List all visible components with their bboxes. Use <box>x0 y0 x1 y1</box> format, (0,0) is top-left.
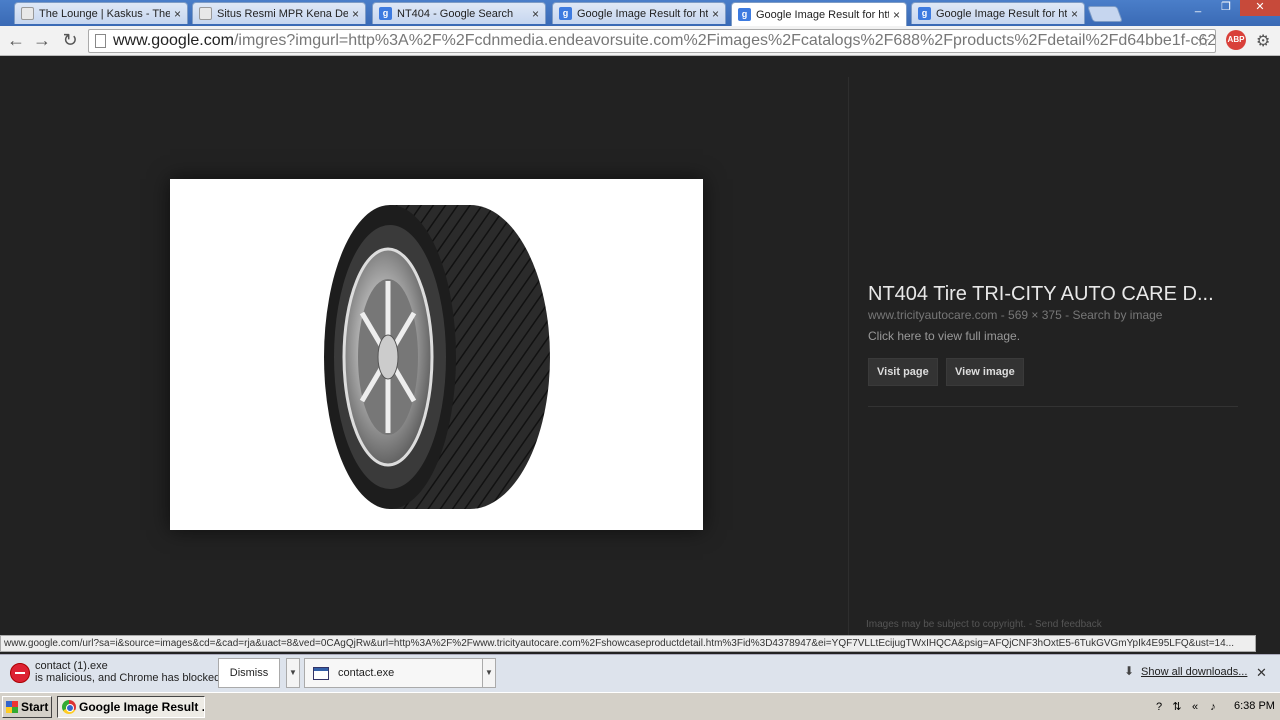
settings-wrench-icon[interactable]: ⚙ <box>1256 31 1270 51</box>
meta-separator: - <box>997 308 1009 322</box>
page-icon <box>95 34 106 48</box>
new-tab-button[interactable] <box>1087 6 1123 22</box>
image-meta: www.tricityautocare.com - 569 × 375 - Se… <box>868 308 1162 322</box>
minimize-button[interactable]: _ <box>1184 0 1212 16</box>
tab-title: Google Image Result for http <box>577 7 708 20</box>
tab-5[interactable]: g Google Image Result for http × <box>911 2 1085 24</box>
bookmark-star-icon[interactable]: ☆ <box>1196 31 1210 51</box>
download-item-dropdown-icon[interactable]: ▼ <box>482 658 496 688</box>
tab-close-icon[interactable]: × <box>1071 7 1078 21</box>
forward-button[interactable]: → <box>32 31 52 51</box>
reload-button[interactable]: ↻ <box>60 31 80 51</box>
tab-title: NT404 - Google Search <box>397 7 514 20</box>
network-tray-icon[interactable]: ⇅ <box>1170 700 1184 714</box>
meta-separator: - <box>1026 619 1035 630</box>
window-controls: _ ❐ ✕ <box>1184 0 1280 16</box>
google-favicon-icon: g <box>918 7 931 20</box>
system-tray: ? ⇅ « ♪ 6:38 PM <box>1148 696 1278 718</box>
tab-3[interactable]: g Google Image Result for http × <box>552 2 726 24</box>
blocked-filename: contact (1).exe <box>35 660 108 672</box>
close-window-button[interactable]: ✕ <box>1240 0 1280 16</box>
google-favicon-icon: g <box>559 7 572 20</box>
url-path: /imgres?imgurl=http%3A%2F%2Fcdnmedia.end… <box>233 32 1216 49</box>
image-title[interactable]: NT404 Tire TRI-CITY AUTO CARE D... <box>868 283 1214 306</box>
tab-close-icon[interactable]: × <box>893 8 900 22</box>
tab-close-icon[interactable]: × <box>352 7 359 21</box>
kaskus-favicon-icon <box>21 7 34 20</box>
tire-image[interactable] <box>170 179 703 530</box>
blocked-message: is malicious, and Chrome has blocked it. <box>35 672 232 684</box>
exe-file-icon <box>313 667 329 680</box>
view-full-image-hint[interactable]: Click here to view full image. <box>868 329 1020 343</box>
google-favicon-icon: g <box>379 7 392 20</box>
start-label: Start <box>21 700 49 714</box>
restore-button[interactable]: ❐ <box>1212 0 1240 16</box>
tire-illustration <box>324 205 550 509</box>
panel-divider <box>848 77 849 635</box>
copyright-notice: Images may be subject to copyright. <box>866 619 1027 630</box>
chrome-icon <box>62 700 76 714</box>
malicious-warning: contact (1).exe is malicious, and Chrome… <box>35 660 232 684</box>
dismiss-button[interactable]: Dismiss <box>218 658 280 688</box>
tab-title: The Lounge | Kaskus - The L <box>39 7 170 20</box>
view-image-button[interactable]: View image <box>946 358 1024 386</box>
tab-2[interactable]: g NT404 - Google Search × <box>372 2 546 24</box>
tab-strip: The Lounge | Kaskus - The L × Situs Resm… <box>0 0 1280 26</box>
tab-0[interactable]: The Lounge | Kaskus - The L × <box>14 2 188 24</box>
show-all-downloads-link[interactable]: Show all downloads... <box>1141 666 1247 678</box>
kaskus-favicon-icon <box>199 7 212 20</box>
copyright-footer: Images may be subject to copyright. - Se… <box>866 619 1102 630</box>
tab-4-active[interactable]: g Google Image Result for http × <box>731 2 907 26</box>
send-feedback-link[interactable]: Send feedback <box>1035 619 1102 630</box>
download-item[interactable]: contact.exe <box>304 658 484 688</box>
windows-logo-icon <box>6 701 18 713</box>
search-by-image-link[interactable]: Search by image <box>1072 308 1162 322</box>
windows-taskbar: Start Google Image Result ... ? ⇅ « ♪ 6:… <box>0 692 1280 720</box>
meta-separator: - <box>1061 308 1073 322</box>
tab-title: Google Image Result for http <box>936 7 1067 20</box>
visit-page-button[interactable]: Visit page <box>868 358 938 386</box>
tab-close-icon[interactable]: × <box>174 7 181 21</box>
back-button[interactable]: ← <box>6 31 26 51</box>
download-bar: contact (1).exe is malicious, and Chrome… <box>0 654 1280 692</box>
source-site[interactable]: www.tricityautocare.com <box>868 308 997 322</box>
address-bar[interactable]: www.google.com/imgres?imgurl=http%3A%2F%… <box>88 29 1216 53</box>
speaker-tray-icon[interactable]: ♪ <box>1206 700 1220 714</box>
taskbar-item-label: Google Image Result ... <box>79 700 205 714</box>
url-host: www.google.com <box>113 32 234 49</box>
close-download-bar-icon[interactable]: ✕ <box>1256 665 1267 681</box>
dismiss-dropdown-icon[interactable]: ▼ <box>286 658 300 688</box>
image-dimensions: 569 × 375 <box>1008 308 1062 322</box>
tab-close-icon[interactable]: × <box>712 7 719 21</box>
start-button[interactable]: Start <box>2 696 52 718</box>
panel-separator <box>868 406 1238 407</box>
help-tray-icon[interactable]: ? <box>1152 700 1166 714</box>
tab-close-icon[interactable]: × <box>532 7 539 21</box>
adblock-plus-icon[interactable]: ABP <box>1226 30 1246 50</box>
status-url-bubble: www.google.com/url?sa=i&source=images&cd… <box>0 635 1256 652</box>
tray-expand-icon[interactable]: « <box>1188 700 1202 714</box>
download-arrow-icon: ⬇ <box>1124 664 1135 678</box>
tab-1[interactable]: Situs Resmi MPR Kena Defac × <box>192 2 366 24</box>
image-viewer: NT404 Tire TRI-CITY AUTO CARE D... www.t… <box>0 57 1280 635</box>
taskbar-chrome-item[interactable]: Google Image Result ... <box>57 696 205 718</box>
blocked-icon <box>10 663 30 683</box>
tab-title: Situs Resmi MPR Kena Defac <box>217 7 348 20</box>
tab-title: Google Image Result for http <box>756 8 889 21</box>
download-filename: contact.exe <box>338 667 395 679</box>
google-favicon-icon: g <box>738 8 751 21</box>
browser-toolbar: ← → ↻ www.google.com/imgres?imgurl=http%… <box>0 26 1280 56</box>
clock: 6:38 PM <box>1234 700 1275 712</box>
